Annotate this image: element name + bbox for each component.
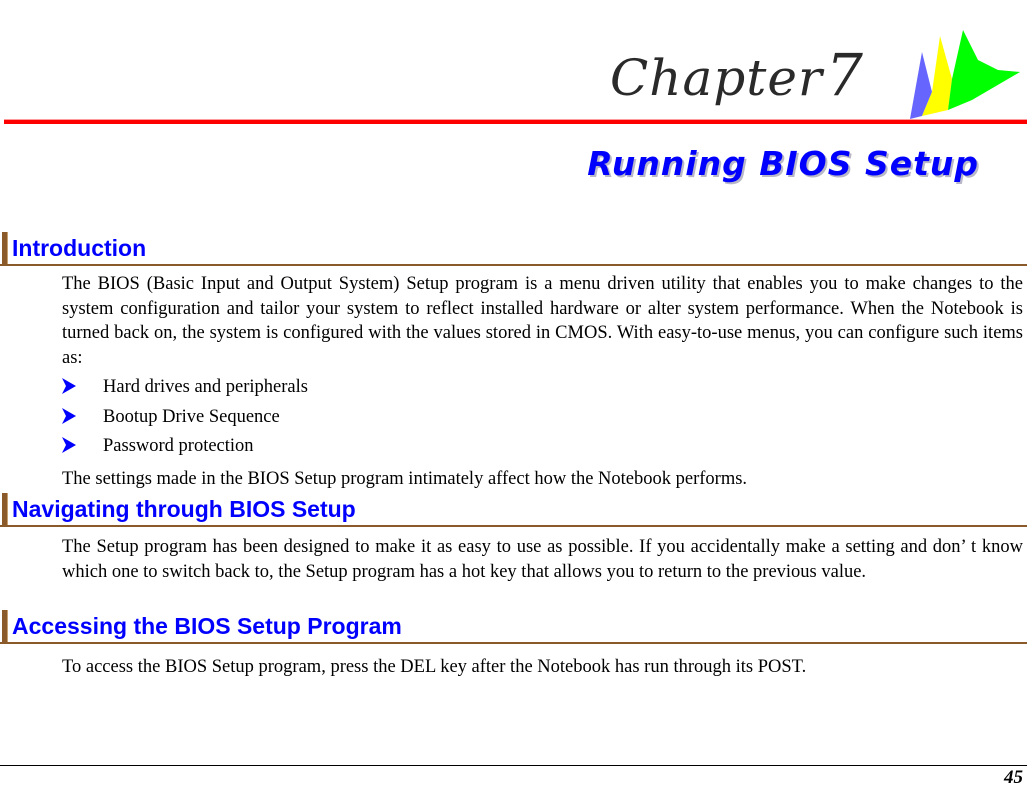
intro-paragraph: The BIOS (Basic Input and Output System)… — [62, 274, 1023, 368]
chapter-rule — [4, 120, 1027, 124]
section-heading-accessing: Accessing the BIOS Setup Program — [0, 610, 1027, 644]
arrowhead-bullet-icon — [62, 437, 76, 453]
section-marker — [2, 610, 8, 642]
footer-rule — [0, 765, 1027, 766]
chapter-header: Chapter 7 — [0, 0, 1027, 130]
section-title: Introduction — [12, 235, 147, 261]
section-heading-introduction: Introduction — [0, 232, 1027, 266]
arrowhead-bullet-icon — [62, 378, 76, 394]
page-title: Running BIOS Setup — [587, 144, 979, 183]
chapter-label: Chapter — [610, 49, 823, 107]
accessing-paragraph: To access the BIOS Setup program, press … — [62, 657, 807, 677]
logo-green-shape — [948, 30, 1020, 110]
chapter-number: 7 — [826, 41, 863, 109]
section-marker — [2, 232, 8, 264]
arrowhead-bullet-icon — [62, 407, 76, 424]
section-title: Accessing the BIOS Setup Program — [12, 613, 402, 639]
bullet-text: Password protection — [103, 436, 254, 456]
section-marker — [2, 493, 8, 525]
bullet-text: Hard drives and peripherals — [103, 377, 308, 397]
navigating-paragraph: The Setup program has been designed to m… — [62, 537, 1023, 582]
section-heading-navigating: Navigating through BIOS Setup — [0, 493, 1027, 527]
bullet-text: Bootup Drive Sequence — [103, 406, 280, 427]
chapter-logo-icon — [910, 30, 1020, 119]
intro-closing-paragraph: The settings made in the BIOS Setup prog… — [62, 469, 748, 489]
section-title: Navigating through BIOS Setup — [12, 496, 356, 522]
